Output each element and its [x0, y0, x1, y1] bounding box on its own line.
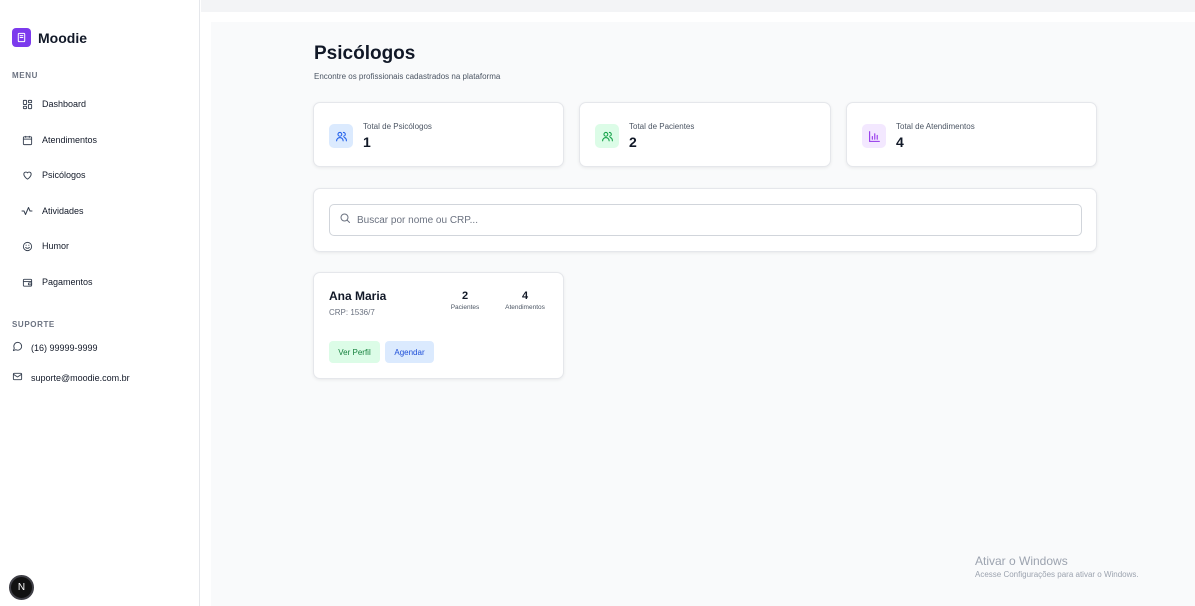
stat-label: Total de Pacientes	[629, 122, 695, 131]
psychologist-card: Ana Maria CRP: 1536/7 2 Pacientes 4 Aten…	[313, 272, 564, 379]
sidebar-item-atendimentos[interactable]: Atendimentos	[12, 130, 97, 150]
stat-card-pacientes: Total de Pacientes 2	[579, 102, 831, 167]
appointments-caption: Atendimentos	[505, 304, 545, 311]
sidebar-item-label: Atendimentos	[42, 135, 98, 145]
stat-value: 2	[629, 134, 637, 150]
sidebar-item-pagamentos[interactable]: Pagamentos	[12, 272, 93, 292]
sidebar-item-label: Psicólogos	[42, 170, 86, 180]
support-email[interactable]: suporte@moodie.com.br	[12, 371, 130, 384]
support-phone-text: (16) 99999-9999	[31, 342, 98, 353]
page-title: Psicólogos	[314, 43, 416, 64]
search-icon	[339, 211, 351, 229]
sidebar-item-label: Pagamentos	[42, 277, 93, 287]
sidebar-item-label: Humor	[42, 241, 70, 251]
sidebar-item-label: Atividades	[42, 206, 84, 216]
sidebar-item-label: Dashboard	[42, 99, 87, 109]
sidebar: Moodie MENU Dashboard Atendimentos Psicó…	[0, 0, 200, 606]
users-icon	[595, 124, 619, 148]
mail-icon	[12, 371, 23, 384]
calendar-icon	[14, 135, 40, 146]
schedule-button[interactable]: Agendar	[385, 341, 434, 363]
grid-icon	[14, 99, 40, 110]
avatar[interactable]: N	[9, 575, 34, 600]
support-phone[interactable]: (16) 99999-9999	[12, 341, 98, 354]
support-section-label: SUPORTE	[12, 320, 55, 329]
psychologist-crp: CRP: 1536/7	[329, 308, 375, 317]
book-icon	[12, 28, 31, 47]
wallet-icon	[14, 277, 40, 288]
sidebar-item-atividades[interactable]: Atividades	[12, 201, 84, 221]
search-card	[313, 188, 1097, 252]
search-box[interactable]	[329, 204, 1082, 236]
appointments-count: 4	[521, 290, 529, 302]
heart-icon	[14, 170, 40, 181]
menu-section-label: MENU	[12, 71, 38, 80]
brand[interactable]: Moodie	[12, 28, 87, 47]
stat-label: Total de Psicólogos	[363, 122, 432, 131]
sidebar-item-psicologos[interactable]: Psicólogos	[12, 165, 86, 185]
top-strip	[201, 0, 1195, 12]
stat-card-psicologos: Total de Psicólogos 1	[313, 102, 564, 167]
stat-value: 4	[896, 134, 904, 150]
psychologist-name: Ana Maria	[329, 289, 387, 303]
patients-stat: 2 Pacientes	[442, 290, 488, 311]
bar-chart-icon	[862, 124, 886, 148]
sidebar-item-humor[interactable]: Humor	[12, 236, 69, 256]
users-icon	[329, 124, 353, 148]
patients-caption: Pacientes	[450, 304, 480, 311]
stat-card-atendimentos: Total de Atendimentos 4	[846, 102, 1097, 167]
activity-icon	[14, 205, 40, 217]
support-email-text: suporte@moodie.com.br	[31, 372, 130, 383]
message-circle-icon	[12, 341, 23, 354]
stat-value: 1	[363, 134, 371, 150]
windows-activation-title: Ativar o Windows	[975, 554, 1068, 568]
smile-icon	[14, 241, 40, 252]
stat-label: Total de Atendimentos	[896, 122, 975, 131]
view-profile-button[interactable]: Ver Perfil	[329, 341, 380, 363]
windows-activation-subtitle: Acesse Configurações para ativar o Windo…	[975, 570, 1139, 579]
search-input[interactable]	[357, 214, 1057, 226]
brand-name: Moodie	[38, 29, 87, 46]
patients-count: 2	[461, 290, 469, 302]
page-subtitle: Encontre os profissionais cadastrados na…	[314, 72, 501, 81]
sidebar-item-dashboard[interactable]: Dashboard	[12, 94, 86, 114]
appointments-stat: 4 Atendimentos	[494, 290, 556, 311]
